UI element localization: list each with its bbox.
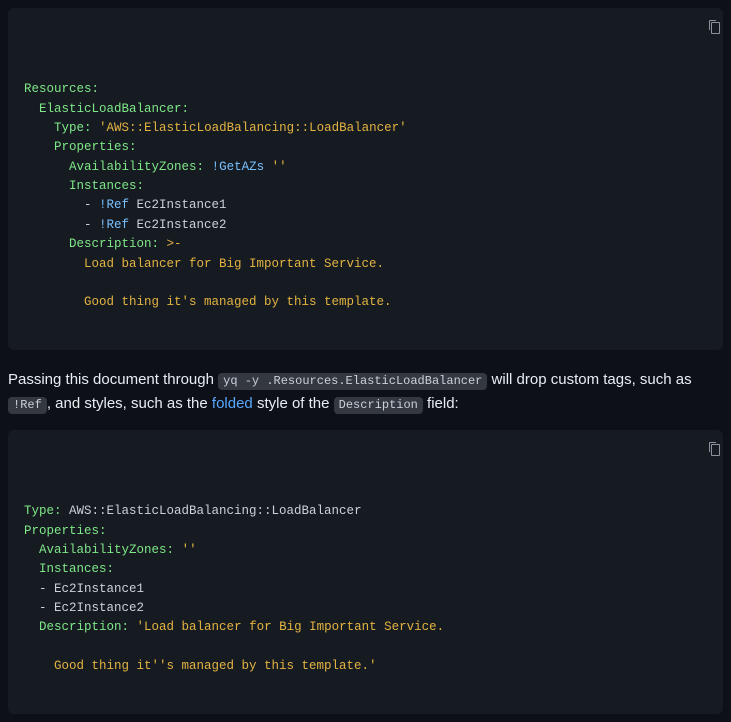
text: , and styles, such as the [47,395,212,412]
code-token: AWS::ElasticLoadBalancing::LoadBalancer [62,504,362,518]
copy-button-1[interactable] [691,16,715,40]
code-token: '' [272,160,287,174]
code-token [92,121,100,135]
code-token: Properties: [54,140,137,154]
code-token [24,620,39,634]
code-token [129,620,137,634]
code-token: Description: [39,620,129,634]
code-token [24,160,69,174]
code-token: AvailabilityZones: [39,543,174,557]
code-token: Instances: [39,562,114,576]
code-token: Ec2Instance2 [129,218,227,232]
code-content-2: Type: AWS::ElasticLoadBalancing::LoadBal… [24,502,707,676]
code-block-1: Resources: ElasticLoadBalancer: Type: 'A… [8,8,723,350]
folded-link[interactable]: folded [212,395,253,412]
code-token: Type: [24,504,62,518]
code-token: AvailabilityZones: [69,160,204,174]
code-token: Load balancer for Big Important Service. [24,257,384,271]
code-token: !Ref [99,198,129,212]
text: field: [423,395,459,412]
code-token: !Ref [99,218,129,232]
text: style of the [253,395,334,412]
code-token [174,543,182,557]
code-token: - [24,198,99,212]
code-token: >- [167,237,182,251]
code-content-1: Resources: ElasticLoadBalancer: Type: 'A… [24,80,707,313]
code-token: Instances: [69,179,144,193]
code-block-2: Type: AWS::ElasticLoadBalancing::LoadBal… [8,430,723,714]
code-token [204,160,212,174]
code-token [159,237,167,251]
code-token: Good thing it''s managed by this templat… [24,659,377,673]
inline-code-cmd: yq -y .Resources.ElasticLoadBalancer [218,373,487,390]
code-token [24,102,39,116]
text: will drop custom tags, such as [487,371,691,388]
code-token [24,562,39,576]
copy-button-2[interactable] [691,438,715,462]
code-token: - Ec2Instance1 [24,582,144,596]
code-token: Type: [54,121,92,135]
code-token: 'Load balancer for Big Important Service… [137,620,445,634]
code-token: '' [182,543,197,557]
code-token [24,543,39,557]
code-token [264,160,272,174]
code-token: Good thing it's managed by this template… [24,295,392,309]
code-token [24,179,69,193]
code-token: 'AWS::ElasticLoadBalancing::LoadBalancer… [99,121,407,135]
explanation-paragraph: Passing this document through yq -y .Res… [8,368,723,416]
code-token: Properties: [24,524,107,538]
code-token: - Ec2Instance2 [24,601,144,615]
code-token: Ec2Instance1 [129,198,227,212]
code-token: Description: [69,237,159,251]
copy-icon [684,430,722,475]
code-token: Resources: [24,82,99,96]
inline-code-desc: Description [334,397,423,414]
code-token: !GetAZs [212,160,265,174]
code-token [24,140,54,154]
inline-code-ref: !Ref [8,397,47,414]
text: Passing this document through [8,371,218,388]
code-token: ElasticLoadBalancer: [39,102,189,116]
code-token [24,121,54,135]
copy-icon [684,8,722,53]
code-token [24,237,69,251]
code-token: - [24,218,99,232]
